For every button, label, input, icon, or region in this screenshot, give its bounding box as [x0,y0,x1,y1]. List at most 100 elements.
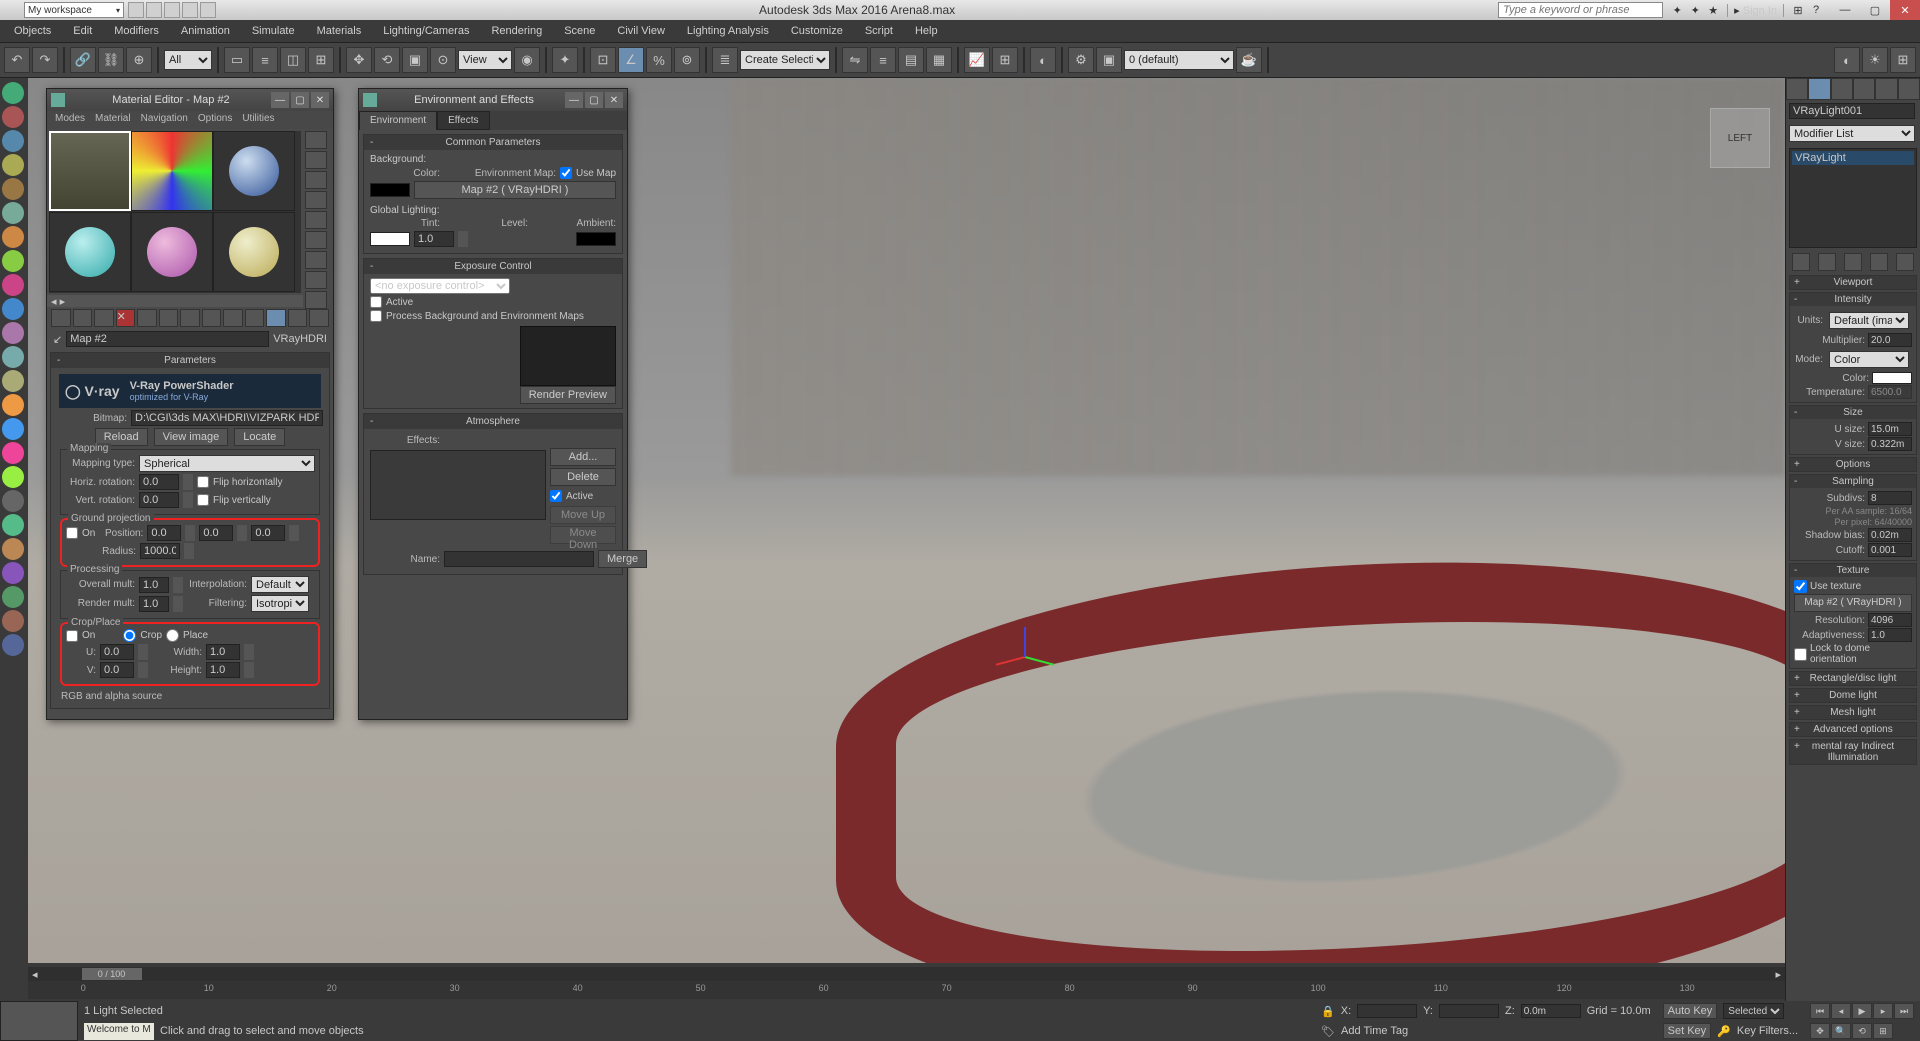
named-selset-dropdown[interactable]: Create Selection Se [740,50,830,70]
geom-torus-knot-icon[interactable] [2,490,24,512]
render-preview-button[interactable]: Render Preview [520,386,616,404]
ground-pos-x-input[interactable] [147,525,181,541]
effects-moveup-button[interactable]: Move Up [550,506,616,524]
time-slider-handle[interactable]: 0 / 100 [82,968,142,980]
select-region-button[interactable]: ◫ [280,47,306,73]
gizmo-z-axis[interactable] [1024,627,1026,657]
effect-name-input[interactable] [444,551,594,567]
menu-objects[interactable]: Objects [4,22,61,40]
rotate-button[interactable]: ⟲ [374,47,400,73]
key-mode-select[interactable]: Selected [1723,1003,1784,1019]
mat-slots-scrollbar[interactable]: ◂ ▸ [47,295,303,307]
cmd-hierarchy-tab[interactable] [1831,78,1853,100]
stack-unique-icon[interactable] [1844,253,1862,271]
matedit-menu-options[interactable]: Options [198,113,232,127]
select-name-button[interactable]: ≡ [252,47,278,73]
mat-tb-makeunique-icon[interactable] [159,309,179,327]
vp-shade-button[interactable]: ◐ [1834,47,1860,73]
advanced-options-header[interactable]: Advanced options [1790,723,1916,736]
move-button[interactable]: ✥ [346,47,372,73]
adaptiveness-input[interactable] [1868,628,1912,642]
qat-undo-icon[interactable] [182,2,198,18]
geom-prism-icon[interactable] [2,466,24,488]
stack-pin-icon[interactable] [1792,253,1810,271]
window-crossing-button[interactable]: ⊞ [308,47,334,73]
w-spinner[interactable] [244,644,254,660]
search-input[interactable] [1498,2,1663,18]
time-ruler[interactable]: 0102030405060708090100110120130 [28,981,1785,999]
coord-z-input[interactable] [1521,1004,1581,1018]
size-header[interactable]: Size [1790,406,1916,419]
minimize-button[interactable]: — [1830,0,1860,20]
vsize-input[interactable] [1868,437,1912,451]
menu-help[interactable]: Help [905,22,948,40]
key-icon[interactable]: 🔑 [1717,1025,1731,1038]
menu-edit[interactable]: Edit [63,22,102,40]
ribbon-icon[interactable]: ⊞ [1790,2,1806,18]
effects-add-button[interactable]: Add... [550,448,616,466]
geom-chamferbox-icon[interactable] [2,346,24,368]
cmd-utilities-tab[interactable] [1898,78,1920,100]
link-button[interactable]: 🔗 [70,47,96,73]
filtering-select[interactable]: Isotropic [251,595,309,612]
geom-capsule-icon[interactable] [2,538,24,560]
gp1-spinner[interactable] [185,525,195,541]
schematic-button[interactable]: ⊞ [992,47,1018,73]
gp2-spinner[interactable] [237,525,247,541]
autokey-button[interactable]: Auto Key [1663,1003,1718,1019]
texture-header[interactable]: Texture [1790,564,1916,577]
use-map-checkbox[interactable] [560,167,572,179]
geom-foliage-icon[interactable] [2,634,24,656]
bind-button[interactable]: ⊕ [126,47,152,73]
modifier-list-select[interactable]: Modifier List [1789,125,1915,142]
resolution-input[interactable] [1868,613,1912,627]
lock-dome-checkbox[interactable] [1794,648,1807,661]
mat-tb-puttolib-icon[interactable] [180,309,200,327]
render-setup-button[interactable]: ⚙ [1068,47,1094,73]
menu-simulate[interactable]: Simulate [242,22,305,40]
effects-merge-button[interactable]: Merge [598,550,647,568]
horiz-spinner[interactable] [183,474,193,490]
mat-pick-icon[interactable]: ↙ [53,333,62,346]
exchange-icon[interactable]: ✦ [1687,2,1703,18]
object-name-input[interactable] [1789,103,1915,119]
qat-open-icon[interactable] [146,2,162,18]
u-spinner[interactable] [138,644,148,660]
envfx-close-button[interactable]: ✕ [605,92,623,108]
ground-pos-z-input[interactable] [251,525,285,541]
bg-color-swatch[interactable] [370,183,410,197]
percent-snap-button[interactable]: % [646,47,672,73]
locate-button[interactable]: Locate [234,428,285,446]
viewcube[interactable]: LEFT [1710,108,1770,168]
mat-tb-putmat-icon[interactable] [73,309,93,327]
subdivs-input[interactable] [1868,491,1912,505]
geom-ringwave-icon[interactable] [2,442,24,464]
menu-customize[interactable]: Customize [781,22,853,40]
mirror-button[interactable]: ⇋ [842,47,868,73]
usize-input[interactable] [1868,422,1912,436]
mat-tb-assign-icon[interactable] [94,309,114,327]
matedit-titlebar[interactable]: Material Editor - Map #2 —▢✕ [47,89,333,111]
pivot-button[interactable]: ◉ [514,47,540,73]
mat-side-select-icon[interactable] [305,271,327,289]
mode-select[interactable]: Color [1829,351,1909,368]
play-button[interactable]: ▶ [1852,1003,1872,1019]
geom-spindle-icon[interactable] [2,394,24,416]
effects-listbox[interactable] [370,450,546,520]
matedit-menu-navigation[interactable]: Navigation [141,113,188,127]
undo-button[interactable]: ↶ [4,47,30,73]
vp-config-button[interactable]: ⊞ [1890,47,1916,73]
redo-button[interactable]: ↷ [32,47,58,73]
crop-width-input[interactable] [206,644,240,660]
place-radio[interactable] [166,629,179,642]
unlink-button[interactable]: ⛓ [98,47,124,73]
menu-materials[interactable]: Materials [307,22,372,40]
nav-zoom-button[interactable]: 🔍 [1831,1023,1851,1039]
curve-editor-button[interactable]: 📈 [964,47,990,73]
mat-tb-showmap-icon[interactable] [223,309,243,327]
geom-geosphere-icon[interactable] [2,298,24,320]
mat-tb-goforward-icon[interactable] [309,309,329,327]
render-mult-input[interactable] [139,596,169,612]
options-rollout-header[interactable]: Options [1790,458,1916,471]
snap-toggle-button[interactable]: ⊡ [590,47,616,73]
